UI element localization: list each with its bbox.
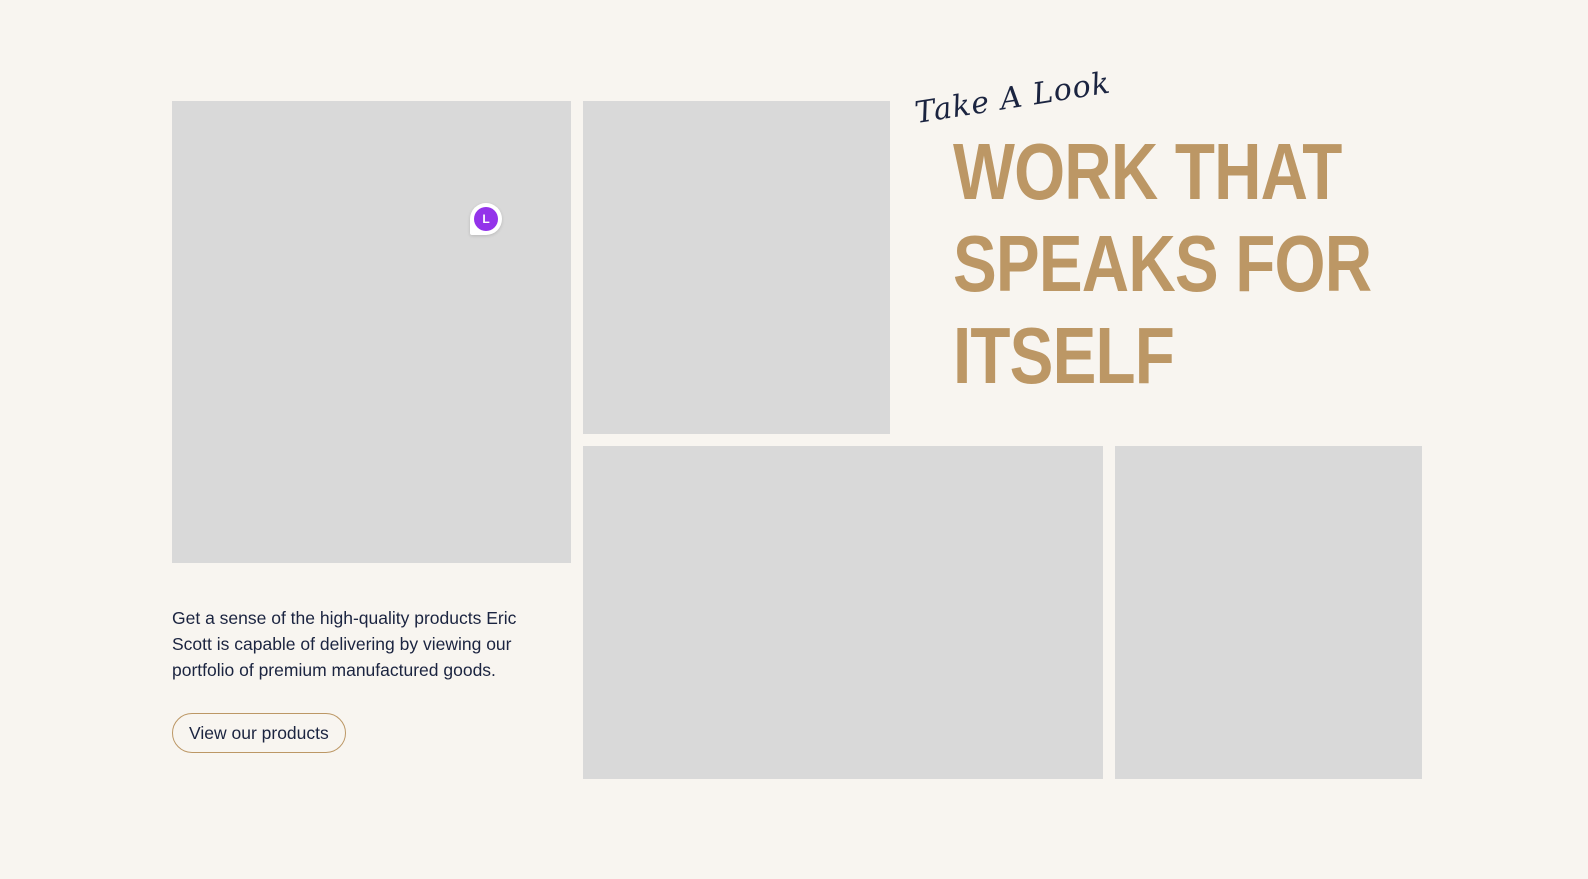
portfolio-image-2 xyxy=(583,101,890,434)
intro-description: Get a sense of the high-quality products… xyxy=(172,608,517,680)
headline-line-1: WORK THAT xyxy=(953,127,1342,216)
headline-line-3: ITSELF xyxy=(953,311,1175,400)
portfolio-image-1 xyxy=(172,101,571,563)
view-products-button[interactable]: View our products xyxy=(172,713,346,753)
headline-line-2: SPEAKS FOR xyxy=(953,219,1372,308)
portfolio-image-4 xyxy=(1115,446,1422,779)
collaborator-avatar-marker[interactable]: L xyxy=(470,203,502,235)
portfolio-section: L Take A Look WORK THAT SPEAKS FOR ITSEL… xyxy=(0,0,1588,879)
avatar: L xyxy=(474,207,498,231)
script-label: Take A Look xyxy=(912,65,1114,131)
page-title: WORK THAT SPEAKS FOR ITSELF xyxy=(953,126,1372,402)
portfolio-image-3 xyxy=(583,446,1103,779)
